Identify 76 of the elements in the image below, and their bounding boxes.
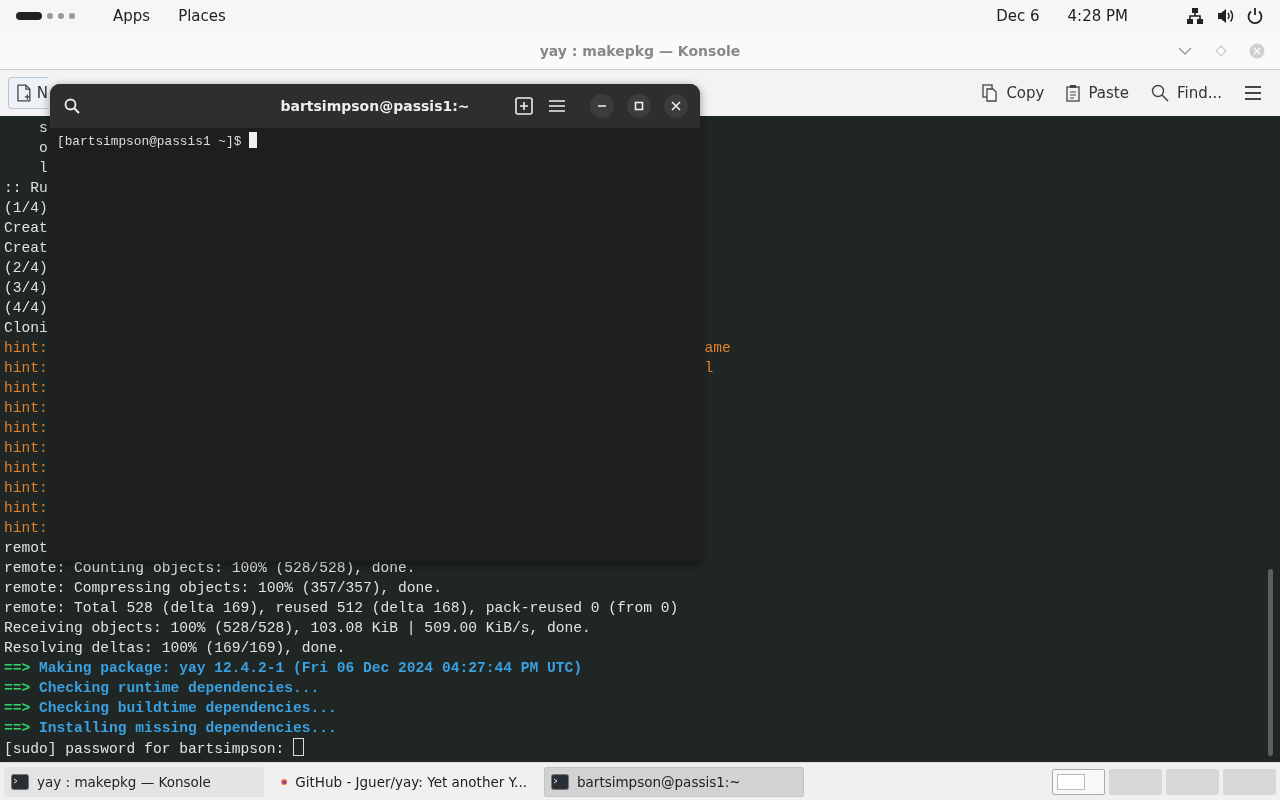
workspace-thumbnail[interactable] xyxy=(1052,768,1105,795)
network-icon[interactable] xyxy=(1186,7,1204,25)
chevron-down-icon[interactable] xyxy=(1178,46,1192,55)
date-text[interactable]: Dec 6 xyxy=(996,7,1040,25)
window-title: bartsimpson@passis1:~ xyxy=(280,98,470,114)
menu-item[interactable]: Places xyxy=(178,7,226,25)
output-line: (3/4) xyxy=(4,279,48,298)
workspace-indicator[interactable] xyxy=(16,12,42,20)
hint-fragment: l xyxy=(704,359,714,378)
hint-line: hint: xyxy=(4,499,48,518)
output-line: remote: Total 528 (delta 169), reused 512 (delta 168), pack-reused 0 (from 0) xyxy=(4,599,679,618)
hint-line: hint: xyxy=(4,339,48,358)
copy-button[interactable]: Copy xyxy=(974,77,1053,109)
output-line: s xyxy=(38,119,48,138)
hint-line: hint: xyxy=(4,459,48,478)
taskbar-item[interactable]: GitHub - Jguer/yay: Yet another Y... xyxy=(274,766,534,797)
hint-fragment: ame xyxy=(704,339,731,358)
taskbar-item[interactable]: yay : makepkg — Konsole xyxy=(4,766,264,797)
cursor xyxy=(249,132,257,148)
output-line: Receiving objects: 100% (528/528), 103.08 KiB | 509.00 KiB/s, done. xyxy=(4,619,591,638)
output-line: (4/4) xyxy=(4,299,48,318)
find-button[interactable]: Find... xyxy=(1142,77,1230,109)
scrollbar[interactable] xyxy=(1268,569,1273,756)
close-button[interactable] xyxy=(664,94,688,118)
hint-line: hint: xyxy=(4,439,48,458)
output-line: Creat xyxy=(4,239,48,258)
cursor xyxy=(293,738,304,756)
password-prompt: [sudo] password for bartsimpson: xyxy=(4,741,285,757)
taskbar-item[interactable]: bartsimpson@passis1:~ xyxy=(544,766,804,797)
workspace-thumbnail[interactable] xyxy=(1109,768,1162,795)
new-tab-button[interactable]: N xyxy=(8,77,48,109)
output-line: l xyxy=(38,159,48,178)
clock-text[interactable]: 4:28 PM xyxy=(1067,7,1128,25)
status-line: ==> Checking runtime dependencies... xyxy=(4,679,320,698)
output-line: remote: Counting objects: 100% (528/528), done. xyxy=(4,559,416,578)
menu-icon[interactable] xyxy=(549,99,565,113)
search-icon xyxy=(1150,84,1169,102)
menu-item[interactable]: Apps xyxy=(113,7,151,25)
output-line: o xyxy=(38,139,48,158)
window-title: yay : makepkg — Konsole xyxy=(539,42,741,59)
status-line: ==> Making package: yay 12.4.2-1 (Fri 06 Dec 2024 04:27:44 PM UTC) xyxy=(4,659,582,678)
clipboard-icon xyxy=(1066,84,1081,102)
new-tab-icon[interactable] xyxy=(515,97,533,115)
new-tab-icon xyxy=(16,84,32,102)
output-line: remot xyxy=(4,539,48,558)
hint-line: hint: xyxy=(4,479,48,498)
maximize-icon xyxy=(634,101,644,111)
hint-line: hint: xyxy=(4,419,48,438)
close-icon xyxy=(671,101,681,111)
status-line: ==> Installing missing dependencies... xyxy=(4,719,337,738)
output-line: :: Ru xyxy=(4,179,48,198)
hint-line: hint: xyxy=(4,379,48,398)
minimize-icon xyxy=(597,105,607,107)
workspace-thumbnail[interactable] xyxy=(1166,768,1219,795)
shell-prompt: [bartsimpson@passis1 ~]$ xyxy=(57,134,242,149)
workspace-thumbnail[interactable] xyxy=(1223,768,1276,795)
status-line: ==> Checking buildtime dependencies... xyxy=(4,699,337,718)
output-line: (2/4) xyxy=(4,259,48,278)
hint-line: hint: xyxy=(4,519,48,538)
power-icon[interactable] xyxy=(1246,7,1264,25)
search-icon[interactable] xyxy=(64,98,80,114)
minimize-button[interactable] xyxy=(590,94,614,118)
output-line: Cloni xyxy=(4,319,48,338)
volume-icon[interactable] xyxy=(1216,7,1234,25)
menu-icon xyxy=(1244,85,1262,101)
terminal-icon xyxy=(11,773,29,790)
output-line: remote: Compressing objects: 100% (357/357), done. xyxy=(4,579,442,598)
hint-line: hint: xyxy=(4,399,48,418)
output-line: Resolving deltas: 100% (169/169), done. xyxy=(4,639,346,658)
paste-button[interactable]: Paste xyxy=(1058,77,1137,109)
output-line: (1/4) xyxy=(4,199,48,218)
copy-icon xyxy=(982,84,999,102)
terminal-icon xyxy=(551,773,569,790)
hint-line: hint: xyxy=(4,359,48,378)
maximize-button[interactable] xyxy=(627,94,651,118)
output-line: Creat xyxy=(4,219,48,238)
